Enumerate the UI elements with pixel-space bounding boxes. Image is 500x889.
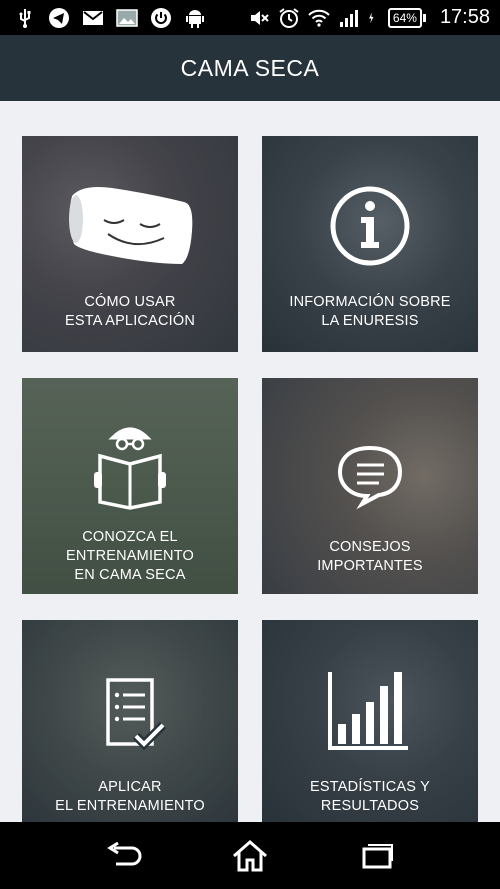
- android-icon: [186, 9, 204, 28]
- tile-label: APLICAR EL ENTRENAMIENTO: [30, 778, 230, 816]
- tile-label: INFORMACIÓN SOBRE LA ENURESIS: [270, 293, 470, 331]
- mute-icon: [250, 10, 269, 25]
- gmail-icon: [83, 10, 103, 25]
- usb-icon: [19, 8, 31, 28]
- home-button[interactable]: [230, 838, 270, 874]
- wifi-icon: [308, 9, 330, 27]
- tile-how-to-use[interactable]: CÓMO USAR ESTA APLICACIÓN: [22, 136, 238, 352]
- tile-statistics-results[interactable]: ESTADÍSTICAS Y RESULTADOS: [262, 620, 478, 822]
- tile-label-line: ESTA APLICACIÓN: [64, 313, 196, 329]
- system-icons: 64% 17:58: [248, 6, 500, 29]
- app-title: CAMA SECA: [180, 54, 320, 81]
- recent-apps-button[interactable]: [357, 838, 397, 874]
- tile-label-line: INFORMACIÓN SOBRE: [289, 294, 451, 310]
- charging-icon: [368, 12, 374, 23]
- tile-apply-training[interactable]: APLICAR EL ENTRENAMIENTO: [22, 620, 238, 822]
- tile-label-line: ESTADÍSTICAS Y: [310, 779, 430, 795]
- power-icon: [151, 7, 171, 28]
- image-icon: [116, 8, 138, 27]
- battery-level: 64%: [387, 7, 422, 28]
- tile-enuresis-info[interactable]: INFORMACIÓN SOBRE LA ENURESIS: [262, 136, 478, 352]
- tile-training-info[interactable]: CONOZCA EL ENTRENAMIENTO EN CAMA SECA: [22, 378, 238, 594]
- tile-label-line: EN CAMA SECA: [74, 567, 186, 583]
- tile-label-line: CONOZCA EL: [82, 529, 178, 545]
- status-bar: 64% 17:58: [0, 0, 500, 35]
- tile-label: CÓMO USAR ESTA APLICACIÓN: [30, 293, 230, 331]
- tile-label: CONOZCA EL ENTRENAMIENTO EN CAMA SECA: [30, 528, 230, 585]
- tile-important-tips[interactable]: CONSEJOS IMPORTANTES: [262, 378, 478, 594]
- tile-label-line: IMPORTANTES: [317, 558, 423, 574]
- tile-label: CONSEJOS IMPORTANTES: [270, 538, 470, 576]
- back-button[interactable]: [103, 838, 143, 874]
- navigation-bar: [0, 822, 500, 889]
- telegram-icon: [49, 7, 69, 28]
- tile-label: ESTADÍSTICAS Y RESULTADOS: [270, 778, 470, 816]
- notification-icons: [0, 7, 206, 29]
- battery-indicator: 64%: [387, 7, 426, 28]
- tile-label-line: CONSEJOS: [329, 539, 411, 555]
- tile-label-line: EL ENTRENAMIENTO: [55, 798, 205, 814]
- tile-label-line: RESULTADOS: [320, 798, 420, 814]
- home-icon: [232, 839, 267, 871]
- clock: 17:58: [439, 6, 490, 28]
- recent-apps-icon: [362, 843, 393, 868]
- back-icon: [107, 841, 142, 865]
- app-bar: CAMA SECA: [0, 35, 500, 101]
- menu-grid: CÓMO USAR ESTA APLICACIÓN INFORMACIÓN SO…: [0, 101, 500, 822]
- alarm-icon: [279, 7, 299, 28]
- battery-tip: [422, 13, 426, 22]
- tile-label-line: ENTRENAMIENTO: [65, 548, 194, 564]
- tile-label-line: LA ENURESIS: [321, 313, 419, 329]
- tile-label-line: APLICAR: [98, 779, 162, 795]
- tile-label-line: CÓMO USAR: [84, 294, 176, 310]
- signal-icon: [339, 9, 358, 27]
